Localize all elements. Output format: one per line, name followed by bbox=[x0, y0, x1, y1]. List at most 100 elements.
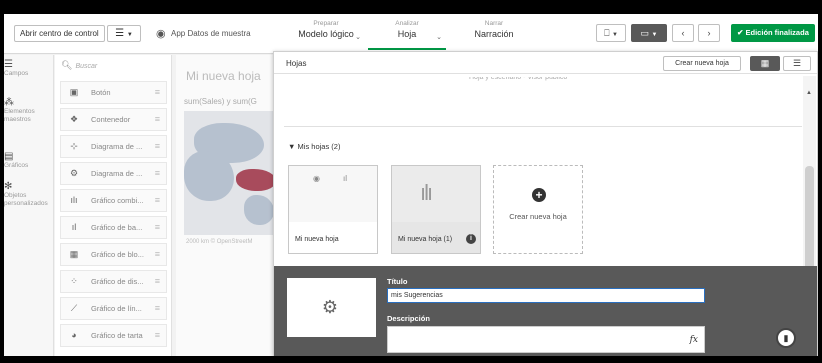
assets-panel: 🔍︎ Buscar ▣ Botón ≡ ❖ Contenedor ≡ ⊹ Diagrama … bbox=[55, 55, 172, 356]
container-icon: ❖ bbox=[69, 114, 79, 124]
sheet-card-selected[interactable]: ılı Mi nueva hoja (1) i bbox=[391, 165, 481, 254]
map-land bbox=[244, 195, 274, 225]
check-icon: ✔ bbox=[737, 28, 744, 37]
done-editing-label: Edición finalizada bbox=[745, 28, 809, 37]
top-toolbar: Abrir centro de control ☰ ▼ ◉ App Datos … bbox=[4, 14, 818, 54]
done-editing-button[interactable]: ✔ Edición finalizada bbox=[731, 24, 815, 42]
asset-label: Diagrama de ... bbox=[91, 142, 143, 151]
bookmark-button[interactable]: ⎕ ▼ bbox=[596, 24, 626, 42]
database-icon: ☰ bbox=[4, 59, 13, 70]
asset-item[interactable]: ⊹ Diagrama de ... ≡ bbox=[60, 135, 167, 158]
rail-item-label: Elementos maestros bbox=[4, 108, 35, 123]
asset-item[interactable]: ıl Gráfico de ba... ≡ bbox=[60, 216, 167, 239]
app-icon: ◉ bbox=[156, 28, 166, 40]
bar-chart-icon: ıl bbox=[71, 222, 77, 232]
drag-handle-icon: ≡ bbox=[154, 330, 160, 340]
sheet-detail-editor: ⚙ Título mis Sugerencias Descripción fx … bbox=[274, 266, 817, 356]
link-icon: ⁂ bbox=[4, 97, 14, 108]
map-chart[interactable] bbox=[184, 111, 276, 235]
description-input[interactable]: fx bbox=[387, 326, 705, 353]
asset-label: Gráfico combi... bbox=[91, 196, 144, 205]
trash-icon: ▮ bbox=[783, 333, 789, 343]
title-input[interactable]: mis Sugerencias bbox=[387, 288, 705, 303]
bar-chart-icon: ılı bbox=[420, 180, 433, 205]
list-view-button[interactable]: ☰ bbox=[783, 56, 811, 71]
map-icon: ◉ bbox=[313, 174, 320, 183]
app-window: Abrir centro de control ☰ ▼ ◉ App Datos … bbox=[4, 14, 818, 356]
scatter-chart-icon: ⁘ bbox=[70, 276, 78, 286]
sheet-card[interactable]: ◉ ıl Mi nueva hoja bbox=[288, 165, 378, 254]
chevron-down-icon: ⌄ bbox=[355, 34, 361, 41]
stage-narrate[interactable]: Narrar Narración bbox=[454, 20, 534, 50]
asset-label: Botón bbox=[91, 88, 111, 97]
chevron-down-icon: ⌄ bbox=[436, 34, 442, 41]
asset-item[interactable]: ▦ Gráfico de blo... ≡ bbox=[60, 243, 167, 266]
grid-view-button[interactable]: ▦ bbox=[750, 56, 780, 71]
expression-icon[interactable]: fx bbox=[690, 335, 698, 345]
create-new-sheet-button[interactable]: Crear nueva hoja bbox=[663, 56, 741, 71]
sheets-panel-header: Hojas Crear nueva hoja ▦ ☰ bbox=[274, 52, 817, 74]
asset-item[interactable]: ⁘ Gráfico de dis... ≡ bbox=[60, 270, 167, 293]
scroll-up-icon[interactable]: ▲ bbox=[806, 90, 812, 96]
drag-handle-icon: ≡ bbox=[154, 276, 160, 286]
rail-item-label: Gráficos bbox=[4, 162, 29, 169]
rail-item-custom[interactable]: ✻ Objetos personalizados bbox=[4, 181, 54, 208]
block-chart-icon: ▦ bbox=[69, 249, 79, 259]
drag-handle-icon: ≡ bbox=[154, 87, 160, 97]
rail-item-label: Campos bbox=[4, 70, 29, 77]
asset-item[interactable]: ılı Gráfico combi... ≡ bbox=[60, 189, 167, 212]
rail-item-master[interactable]: ⁂ Elementos maestros bbox=[4, 97, 54, 124]
chevron-left-icon: ‹ bbox=[681, 28, 685, 38]
bar-chart-icon: ıl bbox=[343, 174, 347, 183]
info-icon[interactable]: i bbox=[466, 234, 476, 244]
puzzle-icon: ✻ bbox=[4, 181, 13, 192]
drag-handle-icon: ≡ bbox=[154, 114, 160, 124]
sheet-canvas: Mi nueva hoja sum(Sales) y sum(G 2000 km… bbox=[176, 55, 276, 356]
divider bbox=[284, 126, 802, 127]
chart-title: sum(Sales) y sum(G bbox=[184, 97, 257, 106]
sheets-button[interactable]: ▭ ▼ bbox=[631, 24, 667, 42]
previous-sheet-button[interactable]: ‹ bbox=[672, 24, 694, 42]
drag-handle-icon: ≡ bbox=[154, 303, 160, 313]
asset-item[interactable]: ❖ Contenedor ≡ bbox=[60, 108, 167, 131]
stage-analyze[interactable]: Analizar Hoja ⌄ bbox=[368, 20, 446, 50]
stage-narrate-small: Narrar bbox=[484, 20, 504, 27]
asset-item[interactable]: ◕ Gráfico de tarta ≡ bbox=[60, 324, 167, 347]
caret-down-icon: ▼ bbox=[288, 142, 296, 151]
rail-item-label: Objetos personalizados bbox=[4, 192, 48, 207]
open-hub-button[interactable]: Abrir centro de control bbox=[14, 25, 105, 42]
asset-item[interactable]: ⟋ Gráfico de lín... ≡ bbox=[60, 297, 167, 320]
combo-chart-icon: ılı bbox=[70, 195, 78, 205]
my-sheets-label: Mis hojas (2) bbox=[297, 142, 341, 151]
plus-icon: + bbox=[532, 188, 546, 202]
asset-label: Gráfico de blo... bbox=[91, 250, 144, 259]
drag-handle-icon: ≡ bbox=[154, 141, 160, 151]
map-scale: 2000 km © OpenStreetM bbox=[186, 239, 253, 245]
stage-analyze-label: Hoja bbox=[397, 29, 417, 39]
sheet-title: Mi nueva hoja bbox=[186, 69, 261, 83]
pie-chart-icon: ◕ bbox=[71, 330, 77, 340]
button-icon: ▣ bbox=[69, 87, 79, 97]
menu-button[interactable]: ☰ ▼ bbox=[107, 25, 141, 42]
section-cut-text: Hoja y escenario - Visor público bbox=[469, 77, 568, 81]
chevron-down-icon: ▼ bbox=[611, 32, 618, 38]
list-icon: ☰ bbox=[792, 58, 802, 68]
next-sheet-button[interactable]: › bbox=[698, 24, 720, 42]
search-input[interactable]: 🔍︎ Buscar bbox=[61, 60, 166, 74]
asset-item[interactable]: ⚙ Diagrama de ... ≡ bbox=[60, 162, 167, 185]
map-region-highlight bbox=[236, 169, 276, 191]
drag-handle-icon: ≡ bbox=[154, 195, 160, 205]
stage-prepare[interactable]: Preparar Modelo lógico ⌄ bbox=[287, 20, 365, 50]
sheets-icon: ▭ bbox=[640, 28, 650, 38]
my-sheets-toggle[interactable]: ▼ Mis hojas (2) bbox=[288, 142, 340, 151]
search-icon: 🔍︎ bbox=[61, 60, 73, 70]
sheet-thumbnail-editor[interactable]: ⚙ bbox=[287, 278, 376, 337]
rail-item-fields[interactable]: ☰ Campos bbox=[4, 59, 54, 78]
asset-item[interactable]: ▣ Botón ≡ bbox=[60, 81, 167, 104]
rail-item-charts[interactable]: ▤ Gráficos bbox=[4, 152, 54, 170]
delete-sheet-button[interactable]: ▮ bbox=[776, 328, 796, 348]
line-chart-icon: ⟋ bbox=[70, 303, 78, 313]
camera-icon: ⚙ bbox=[321, 297, 339, 317]
create-new-sheet-card[interactable]: + Crear nueva hoja bbox=[493, 165, 583, 254]
asset-label: Gráfico de tarta bbox=[91, 331, 143, 340]
